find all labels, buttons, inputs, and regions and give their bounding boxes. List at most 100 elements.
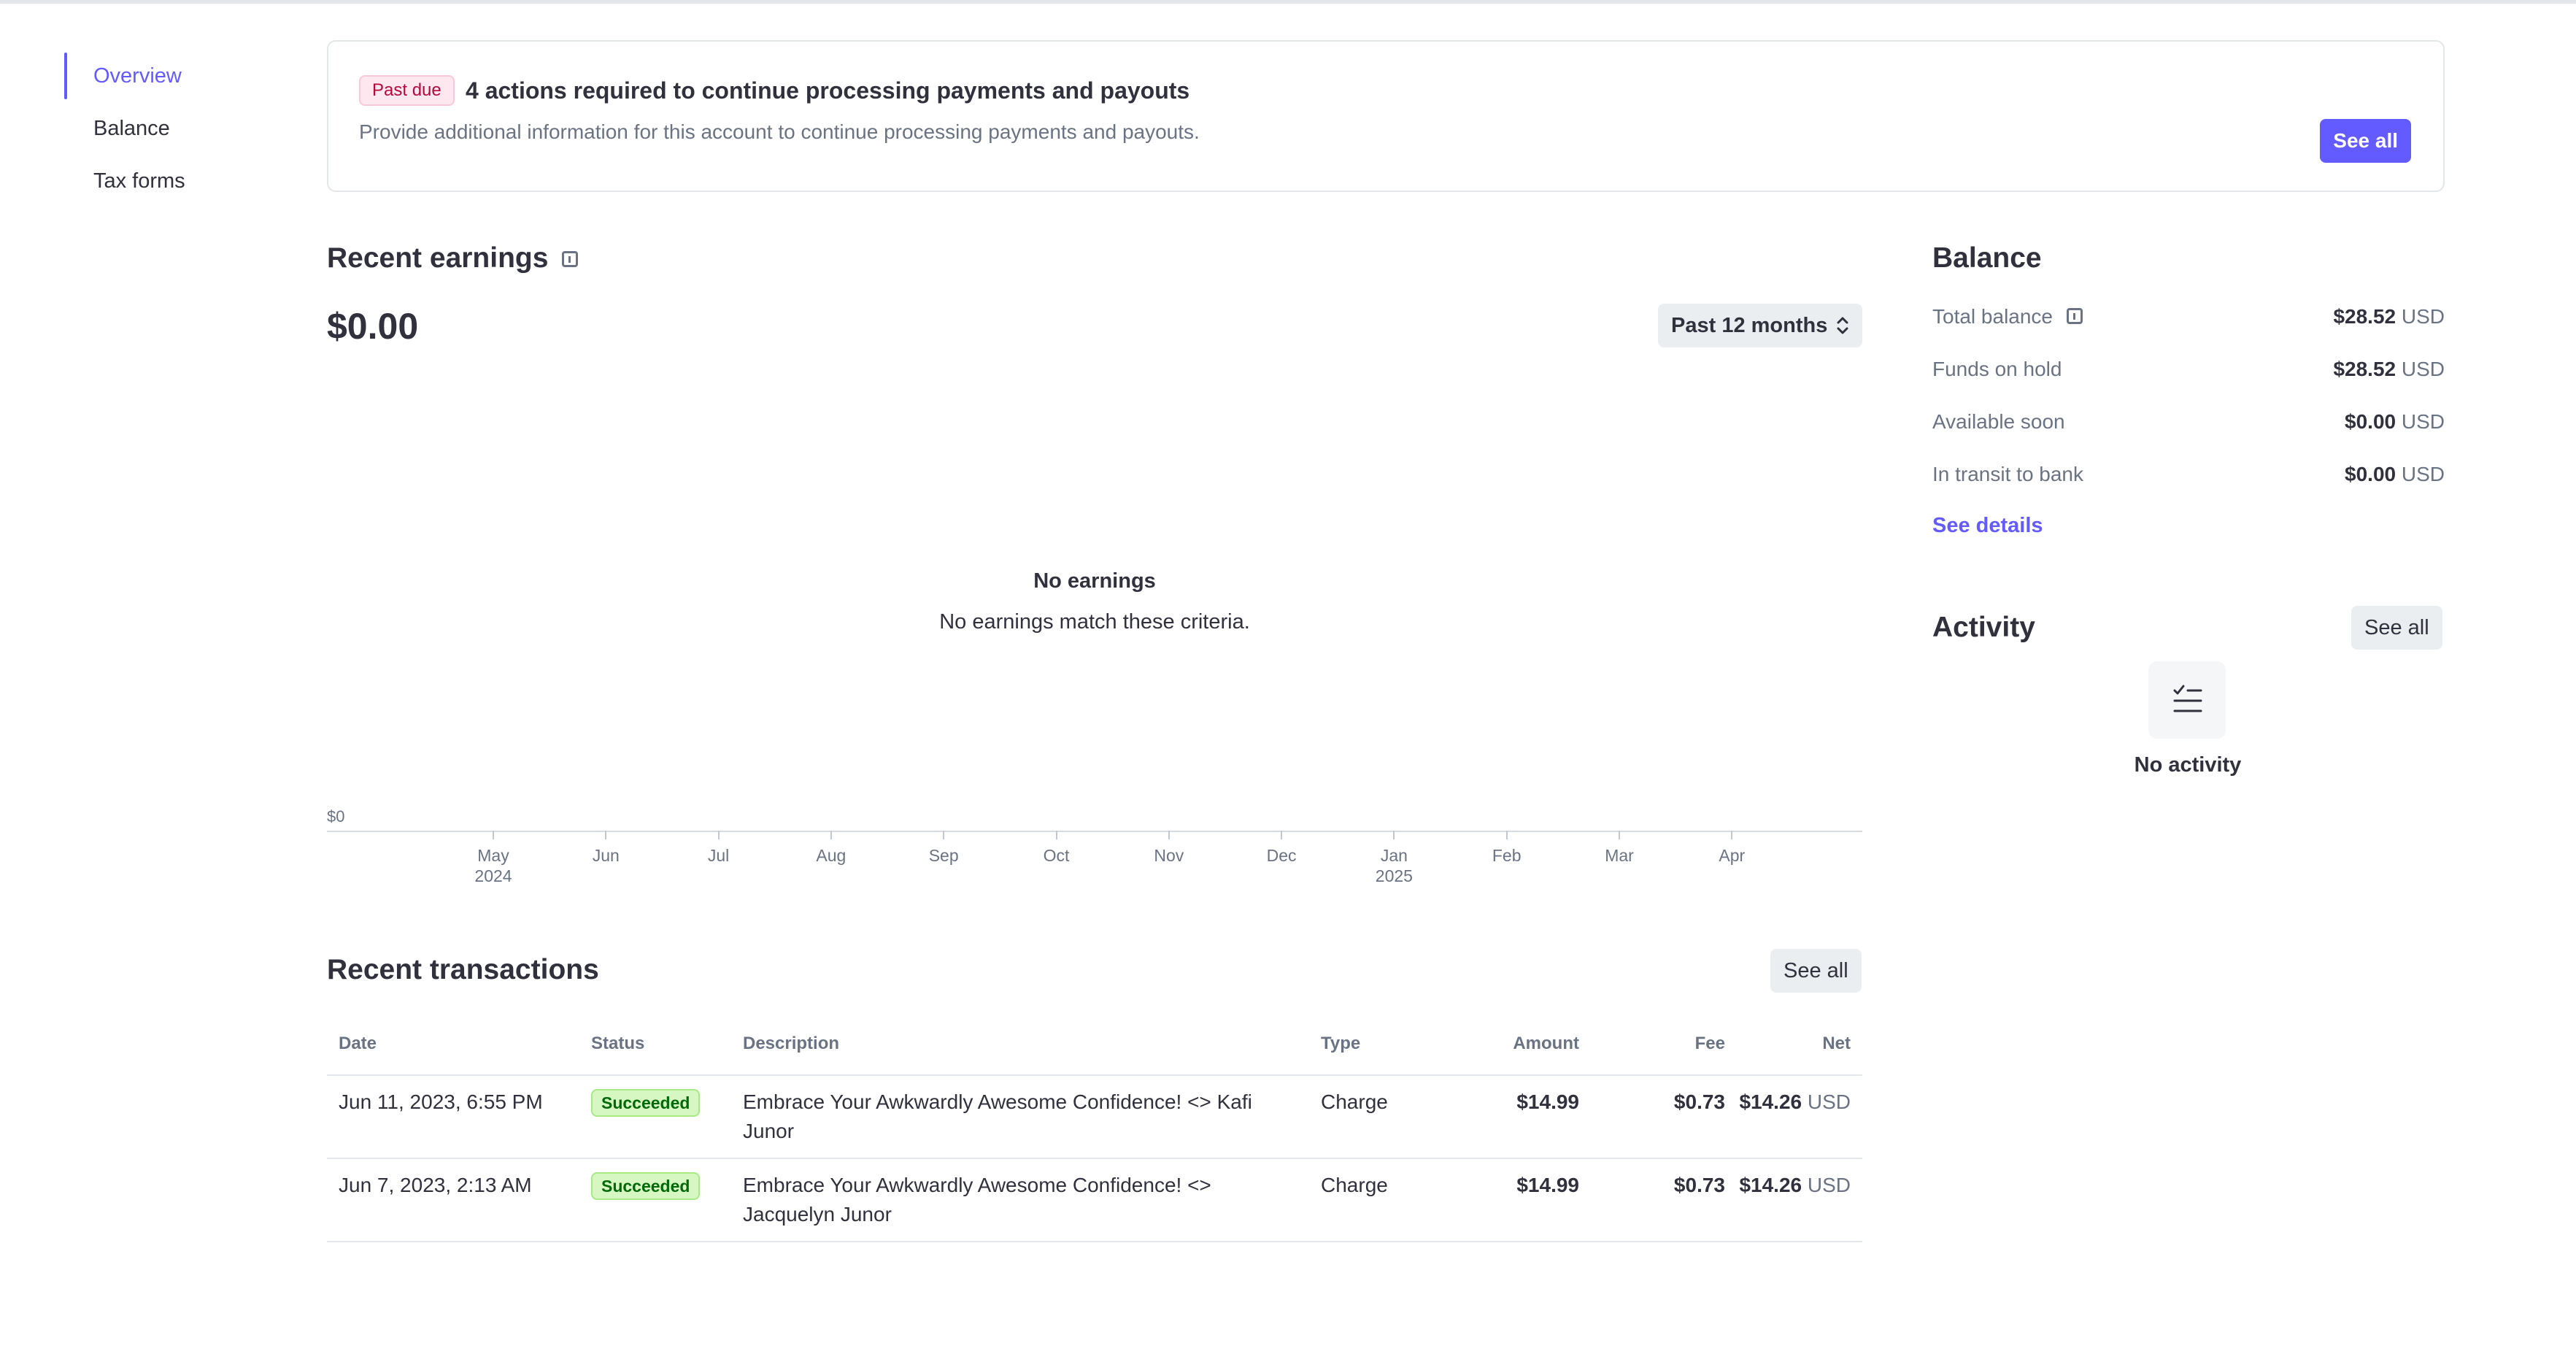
row-divider: [327, 1158, 1862, 1159]
x-tick-year: 2025: [1375, 866, 1413, 885]
activity-icon-container: [2148, 661, 2226, 739]
x-tick-month: Jan: [1380, 846, 1408, 865]
row-type: Charge: [1321, 1090, 1388, 1113]
row-net: $14.26 USD: [1690, 1088, 1851, 1117]
alert-description: Provide additional information for this …: [359, 120, 1200, 143]
x-tick-month: Apr: [1719, 846, 1746, 865]
x-tick-year: 2024: [474, 866, 512, 885]
row-date: Jun 11, 2023, 6:55 PM: [339, 1090, 543, 1113]
x-axis-tick-label: Sep: [892, 845, 995, 866]
column-header-amount: Amount: [1513, 1034, 1579, 1053]
period-select-label: Past 12 months: [1671, 313, 1828, 337]
balance-label-total: Total balance: [1932, 305, 2054, 328]
no-activity-text: No activity: [2134, 753, 2242, 777]
x-axis-tick: [830, 831, 832, 839]
no-earnings-description: No earnings match these criteria.: [939, 610, 1250, 634]
balance-amount: $0.00: [2345, 410, 2396, 433]
x-tick-month: Nov: [1154, 846, 1184, 865]
column-header-fee: Fee: [1694, 1034, 1725, 1053]
alert-see-all-button[interactable]: See all: [2320, 119, 2411, 163]
x-tick-month: Dec: [1266, 846, 1297, 865]
x-tick-month: Feb: [1492, 846, 1522, 865]
balance-amount: $0.00: [2345, 463, 2396, 485]
alert-title: 4 actions required to continue processin…: [466, 77, 1190, 104]
balance-currency: USD: [2401, 358, 2445, 380]
balance-label-in-transit: In transit to bank: [1932, 463, 2084, 485]
balance-value-available-soon: $0.00 USD: [2226, 410, 2445, 434]
column-header-type: Type: [1321, 1034, 1361, 1053]
balance-value-total: $28.52 USD: [2226, 305, 2445, 328]
x-axis-tick-label: Oct: [1006, 845, 1108, 866]
chevron-up-down-icon: [1837, 317, 1848, 334]
balance-value-on-hold: $28.52 USD: [2226, 358, 2445, 381]
x-axis-tick: [605, 831, 607, 839]
row-amount: $14.99: [1516, 1090, 1579, 1113]
x-axis-tick: [1619, 831, 1620, 839]
x-axis-tick-label: Mar: [1568, 845, 1670, 866]
sidebar-item-label: Tax forms: [93, 169, 185, 193]
info-icon[interactable]: [2067, 308, 2083, 324]
sidebar-item-label: Overview: [93, 64, 182, 88]
activity-title: Activity: [1932, 612, 2035, 643]
row-net-currency: USD: [1807, 1174, 1851, 1196]
past-due-badge: Past due: [359, 75, 455, 106]
column-header-date: Date: [339, 1034, 377, 1053]
row-net-currency: USD: [1807, 1090, 1851, 1113]
x-tick-month: Jul: [707, 846, 730, 865]
x-axis-tick: [1055, 831, 1057, 839]
x-axis-tick-label: Jun: [555, 845, 657, 866]
x-tick-month: May: [477, 846, 509, 865]
row-date: Jun 7, 2023, 2:13 AM: [339, 1174, 532, 1196]
y-axis-zero-label: $0: [327, 807, 345, 826]
sidebar-item-overview[interactable]: Overview: [64, 50, 283, 102]
see-details-link[interactable]: See details: [1932, 514, 2043, 538]
activity-see-all-button[interactable]: See all: [2351, 606, 2442, 650]
row-net-value: $14.26: [1739, 1174, 1802, 1196]
x-axis-tick: [943, 831, 945, 839]
column-header-net: Net: [1822, 1034, 1851, 1053]
x-axis-tick: [1731, 831, 1733, 839]
x-axis-tick-label: Dec: [1230, 845, 1333, 866]
column-header-description: Description: [743, 1034, 840, 1053]
x-axis-tick-label: Jul: [668, 845, 770, 866]
x-tick-month: Jun: [592, 846, 620, 865]
sidebar-item-tax-forms[interactable]: Tax forms: [64, 155, 283, 207]
x-axis-tick-label: Aug: [780, 845, 882, 866]
balance-label-on-hold: Funds on hold: [1932, 358, 2062, 380]
sidebar-item-balance[interactable]: Balance: [64, 102, 283, 155]
x-axis-tick: [493, 831, 494, 839]
row-description-line2: Junor: [743, 1120, 795, 1142]
row-net-value: $14.26: [1739, 1090, 1802, 1113]
balance-amount: $28.52: [2333, 305, 2396, 328]
status-badge: Succeeded: [591, 1172, 701, 1200]
x-axis-tick: [1393, 831, 1395, 839]
header-divider: [327, 1074, 1862, 1076]
balance-currency: USD: [2401, 305, 2445, 328]
transactions-see-all-button[interactable]: See all: [1770, 949, 1862, 993]
x-axis-tick: [1281, 831, 1283, 839]
past-due-alert: Past due 4 actions required to continue …: [327, 40, 2445, 192]
row-amount: $14.99: [1516, 1174, 1579, 1196]
row-description-line2: Jacquelyn Junor: [743, 1203, 892, 1226]
balance-amount: $28.52: [2333, 358, 2396, 380]
no-earnings-title: No earnings: [1033, 569, 1156, 593]
status-badge: Succeeded: [591, 1089, 701, 1117]
sidebar-item-label: Balance: [93, 116, 170, 140]
period-select[interactable]: Past 12 months: [1658, 304, 1862, 347]
x-tick-month: Mar: [1605, 846, 1634, 865]
row-net: $14.26 USD: [1690, 1171, 1851, 1200]
x-axis-tick-label: Feb: [1456, 845, 1558, 866]
x-axis-tick-label: Jan 2025: [1343, 845, 1445, 886]
row-description-line1: Embrace Your Awkwardly Awesome Confidenc…: [743, 1090, 1252, 1113]
balance-value-in-transit: $0.00 USD: [2226, 463, 2445, 486]
balance-currency: USD: [2401, 410, 2445, 433]
earnings-amount: $0.00: [327, 306, 419, 347]
balance-label-available-soon: Available soon: [1932, 410, 2065, 433]
x-axis-tick-label: Apr: [1681, 845, 1783, 866]
column-header-status: Status: [591, 1034, 645, 1053]
info-icon[interactable]: [562, 251, 578, 267]
transactions-title: Recent transactions: [327, 954, 599, 985]
x-tick-month: Aug: [816, 846, 847, 865]
x-axis-tick: [1168, 831, 1170, 839]
row-type: Charge: [1321, 1174, 1388, 1196]
